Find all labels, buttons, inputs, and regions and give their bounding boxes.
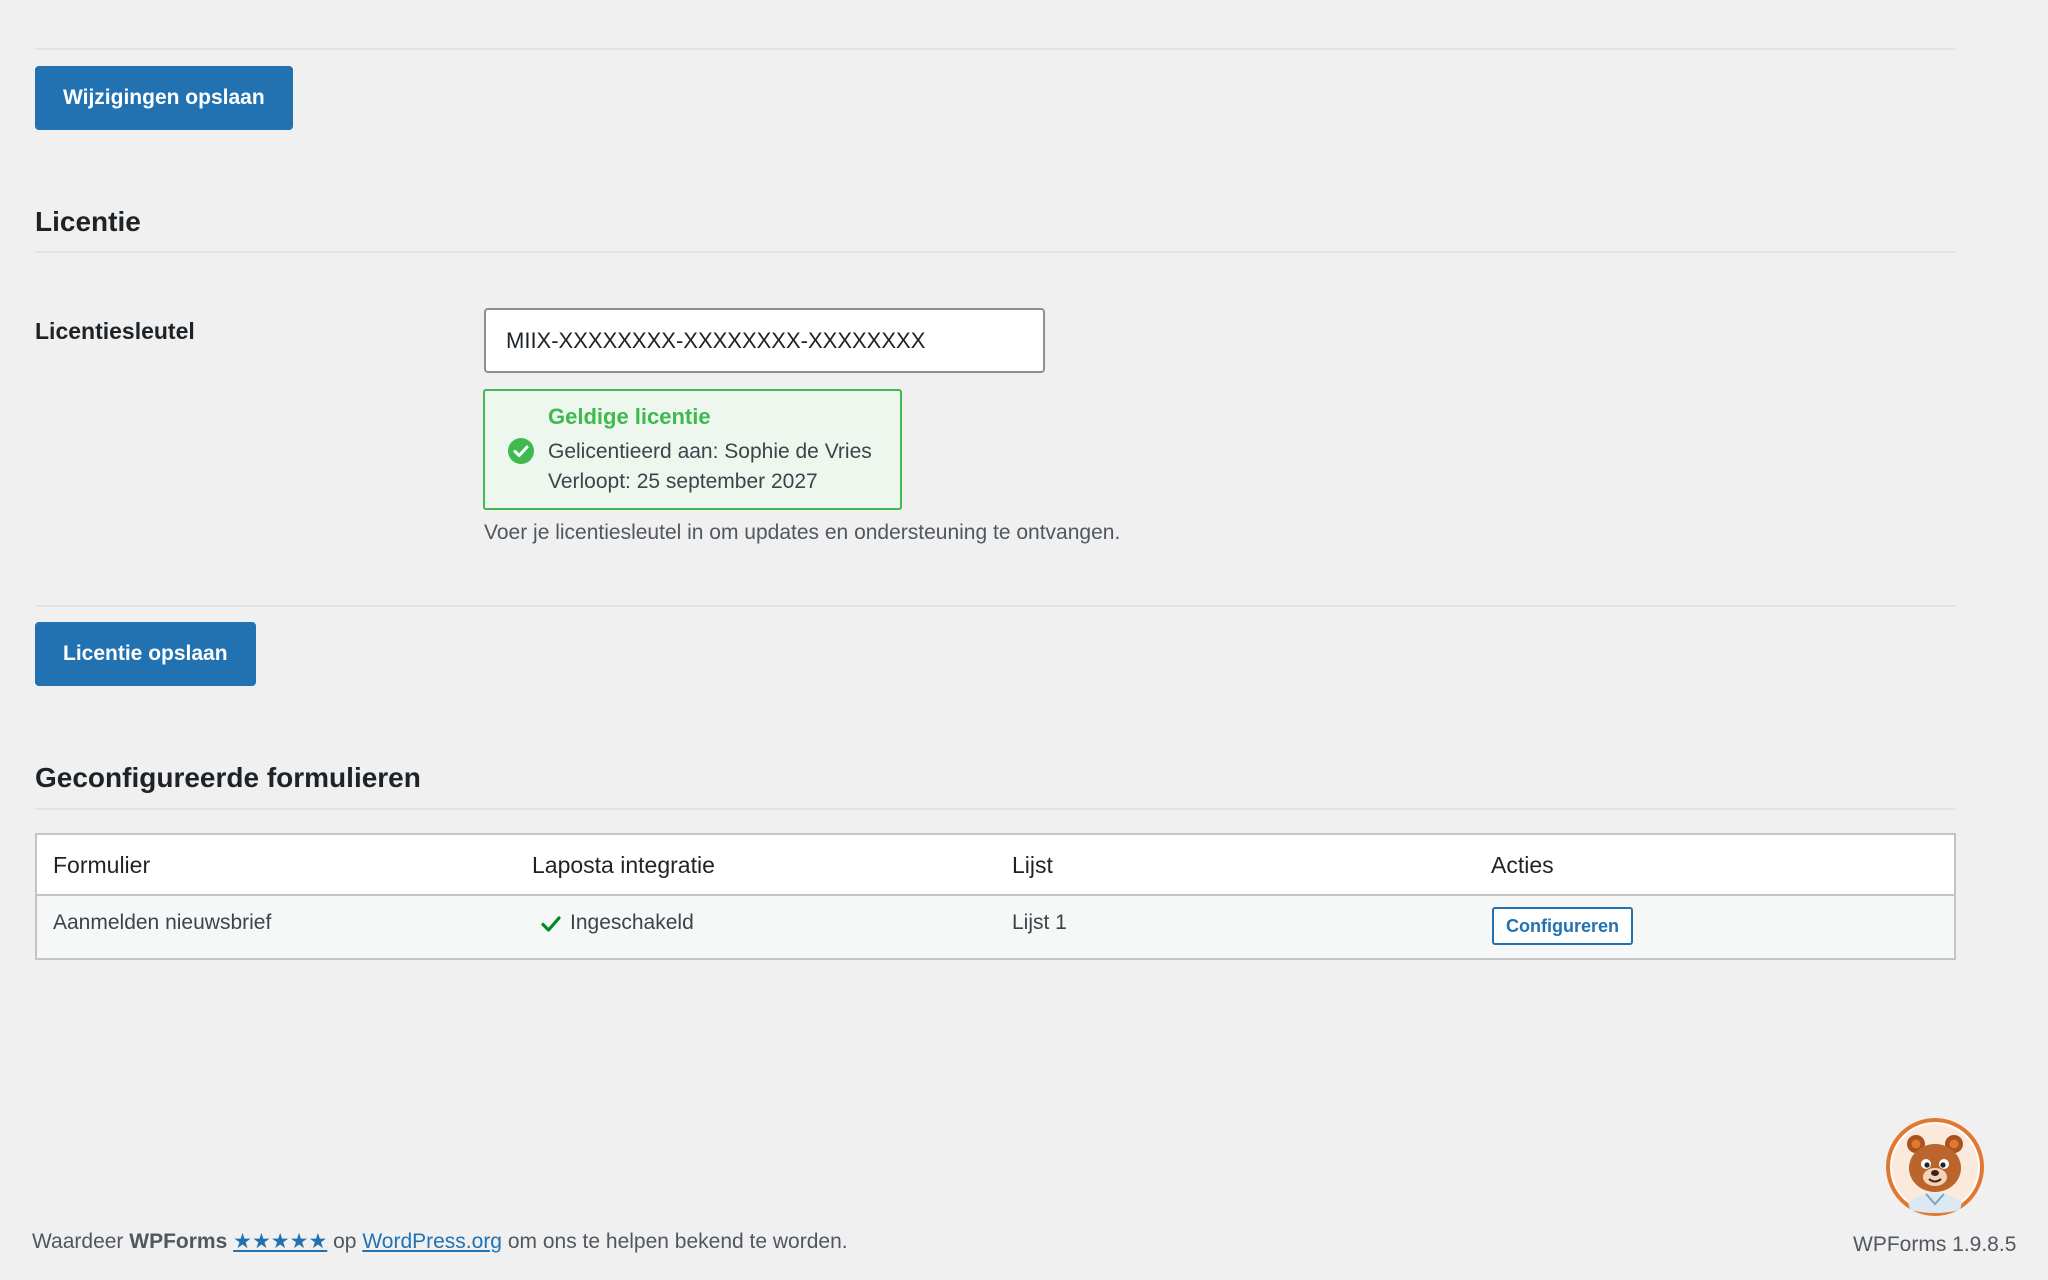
divider-license-bottom xyxy=(35,605,1955,607)
configure-button[interactable]: Configureren xyxy=(1492,907,1633,945)
table-header xyxy=(37,835,1954,896)
license-key-input[interactable] xyxy=(484,308,1045,373)
notice-title: Geldige licentie xyxy=(548,404,711,429)
check-circle-icon xyxy=(508,438,534,464)
configured-forms-table: Formulier Laposta integratie Lijst Actie… xyxy=(35,833,1956,960)
forms-section-title: Geconfigureerde formulieren xyxy=(35,762,421,793)
divider-license xyxy=(35,251,1955,253)
integration-status-cell: Ingeschakeld xyxy=(570,911,694,934)
license-description: Voer je licentiesleutel in om updates en… xyxy=(484,521,1121,544)
expiry-text: Verloopt: 25 september 2027 xyxy=(548,470,818,493)
footer-on: op xyxy=(333,1230,357,1253)
footer-brand: WPForms xyxy=(129,1230,228,1253)
column-header-integration: Laposta integratie xyxy=(532,852,715,878)
divider-top xyxy=(35,48,1955,50)
save-license-button[interactable]: Licentie opslaan xyxy=(35,622,256,686)
plugin-version: WPForms 1.9.8.5 xyxy=(1853,1233,2017,1256)
footer-prefix: Waardeer xyxy=(32,1230,124,1253)
footer-rating-text: Waardeer WPForms ★★★★★ op WordPress.org … xyxy=(32,1229,848,1254)
column-header-form: Formulier xyxy=(53,852,151,878)
footer-suffix: om ons te helpen bekend te worden. xyxy=(507,1230,848,1253)
license-section-title: Licentie xyxy=(35,206,141,237)
divider-forms xyxy=(35,808,1955,810)
checkmark-icon xyxy=(541,916,561,932)
valid-license-notice: Geldige licentie Gelicentieerd aan: Soph… xyxy=(483,389,902,510)
save-changes-button[interactable]: Wijzigingen opslaan xyxy=(35,66,293,130)
column-header-list: Lijst xyxy=(1012,852,1053,878)
wordpress-org-link[interactable]: WordPress.org xyxy=(362,1230,502,1253)
bear-mascot-icon[interactable] xyxy=(1886,1118,1984,1216)
form-name-cell: Aanmelden nieuwsbrief xyxy=(53,911,272,934)
column-header-actions: Acties xyxy=(1491,852,1554,878)
table-row xyxy=(37,896,1954,958)
license-key-label: Licentiesleutel xyxy=(35,318,195,344)
list-cell: Lijst 1 xyxy=(1012,911,1067,934)
licensed-to-text: Gelicentieerd aan: Sophie de Vries xyxy=(548,440,872,463)
rating-stars-link[interactable]: ★★★★★ xyxy=(233,1230,327,1253)
